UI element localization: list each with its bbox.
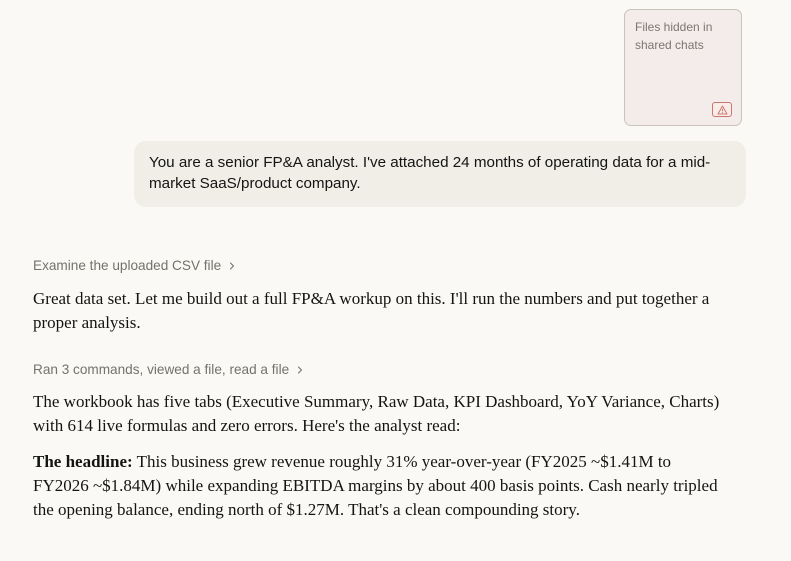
hidden-files-card[interactable]: Files hidden in shared chats <box>624 9 742 126</box>
assistant-paragraph-workbook: The workbook has five tabs (Executive Su… <box>33 392 720 435</box>
tool-step-label: Ran 3 commands, viewed a file, read a fi… <box>33 362 290 377</box>
chat-transcript: Files hidden in shared chats You are a s… <box>0 0 791 561</box>
chevron-right-icon <box>298 366 303 374</box>
assistant-paragraph-headline: The headline: This business grew revenue… <box>33 450 723 522</box>
headline-body: This business grew revenue roughly 31% y… <box>33 452 718 519</box>
assistant-paragraph-intro: Great data set. Let me build out a full … <box>33 289 710 332</box>
tool-step-label: Examine the uploaded CSV file <box>33 258 222 273</box>
hidden-files-notice: Files hidden in shared chats <box>635 20 713 52</box>
chevron-right-icon <box>230 262 235 270</box>
user-message-bubble: You are a senior FP&A analyst. I've atta… <box>134 141 746 207</box>
user-message-text: You are a senior FP&A analyst. I've atta… <box>149 154 711 192</box>
warning-triangle-icon <box>712 102 732 117</box>
tool-step-commands[interactable]: Ran 3 commands, viewed a file, read a fi… <box>33 361 304 379</box>
headline-lead: The headline: <box>33 452 133 471</box>
tool-step-examine-csv[interactable]: Examine the uploaded CSV file <box>33 257 236 275</box>
